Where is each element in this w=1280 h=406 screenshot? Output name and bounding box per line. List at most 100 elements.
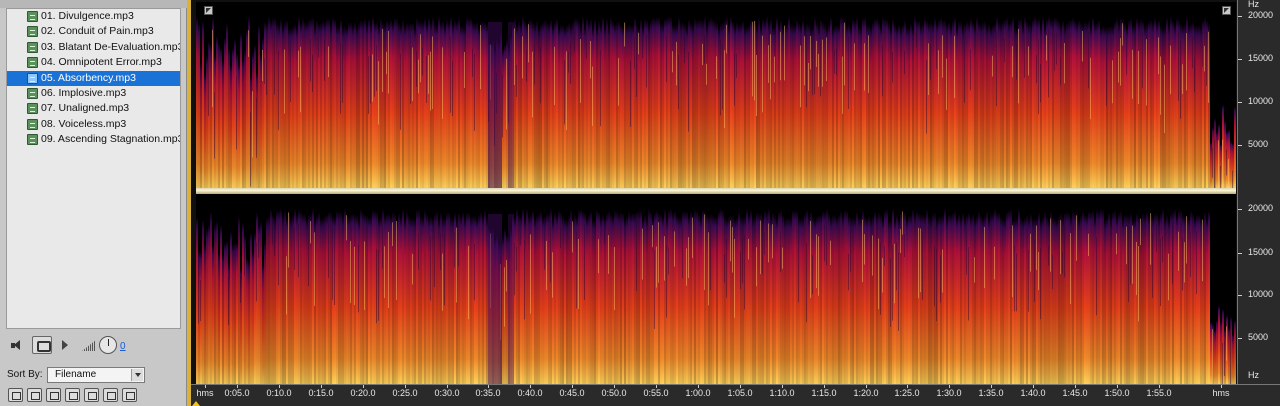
file-list-item[interactable]: 05. Absorbency.mp3	[7, 70, 180, 86]
time-tick	[205, 385, 206, 388]
channel-zoom-button[interactable]	[204, 6, 213, 15]
file-name: 07. Unaligned.mp3	[41, 102, 130, 115]
time-tick	[321, 385, 322, 388]
time-tick-label: hms	[1212, 388, 1230, 398]
frequency-unit-label: Hz	[1248, 370, 1259, 380]
time-ruler[interactable]: hms 0:05.0 0:10.0 0:15.0 0:20.0 0:25.0 0:30.0 0…	[191, 384, 1280, 406]
time-tick	[824, 385, 825, 388]
time-tick-label: 1:35.0	[978, 388, 1004, 398]
audio-file-icon	[27, 103, 38, 115]
time-tick-label: 1:55.0	[1146, 388, 1172, 398]
file-name: 09. Ascending Stagnation.mp3	[41, 133, 181, 146]
frequency-tick	[1238, 16, 1242, 17]
time-tick	[488, 385, 489, 388]
volume-value[interactable]: 0	[120, 341, 126, 352]
time-tick-label: 1:45.0	[1062, 388, 1088, 398]
file-list-item[interactable]: 06. Implosive.mp3	[7, 86, 180, 101]
frequency-tick-label: 20000	[1248, 10, 1274, 20]
frequency-axis: Hz Hz 20000 20000 15000 15000 10000 10000 5000 50…	[1237, 0, 1280, 384]
file-name: 01. Divulgence.mp3	[41, 10, 134, 22]
frequency-tick	[1238, 295, 1242, 296]
file-name: 04. Omnipotent Error.mp3	[41, 56, 162, 69]
channel-zoom-button[interactable]	[1222, 6, 1231, 15]
file-name: 05. Absorbency.mp3	[41, 71, 136, 84]
chevron-down-icon[interactable]	[131, 369, 143, 381]
file-list-item[interactable]: 01. Divulgence.mp3	[7, 9, 180, 24]
file-list-item[interactable]: 02. Conduit of Pain.mp3	[7, 24, 180, 39]
file-name: 08. Voiceless.mp3	[41, 117, 127, 130]
frequency-unit-label: Hz	[1248, 0, 1259, 9]
files-panel: 01. Divulgence.mp3 02. Conduit of Pain.mp…	[0, 0, 187, 406]
time-tick	[279, 385, 280, 388]
time-tick	[1221, 385, 1222, 388]
volume-knob[interactable]	[99, 336, 117, 354]
time-tick-label: 0:45.0	[559, 388, 585, 398]
time-tick	[866, 385, 867, 388]
time-tick	[1117, 385, 1118, 388]
audio-file-icon	[27, 41, 38, 53]
time-tick-label: 0:30.0	[434, 388, 460, 398]
time-tick-label: 1:20.0	[853, 388, 879, 398]
panel-toolbar	[0, 0, 187, 8]
file-list-item[interactable]: 03. Blatant De-Evaluation.mp3	[7, 40, 180, 55]
time-tick-label: 0:40.0	[517, 388, 543, 398]
time-tick-label: 1:25.0	[894, 388, 920, 398]
time-tick	[656, 385, 657, 388]
frequency-tick	[1238, 102, 1242, 103]
time-tick	[447, 385, 448, 388]
sort-dropdown[interactable]: Filename	[47, 367, 145, 383]
frequency-tick-label: 20000	[1248, 203, 1274, 213]
volume-meter-icon	[82, 340, 96, 351]
spectrogram-right-channel[interactable]	[196, 194, 1236, 384]
time-tick	[237, 385, 238, 388]
audio-file-icon	[27, 57, 38, 69]
time-tick-label: hms	[196, 388, 214, 398]
file-list-item[interactable]: 09. Ascending Stagnation.mp3	[7, 132, 180, 147]
autoplay-button[interactable]	[103, 388, 118, 402]
play-icon[interactable]	[62, 340, 68, 350]
time-tick-label: 1:00.0	[685, 388, 711, 398]
filter-button[interactable]	[84, 388, 99, 402]
preview-button[interactable]	[122, 388, 137, 402]
file-name: 03. Blatant De-Evaluation.mp3	[41, 40, 181, 53]
time-tick	[698, 385, 699, 388]
file-list-item[interactable]: 04. Omnipotent Error.mp3	[7, 55, 180, 70]
audio-editor-window: 01. Divulgence.mp3 02. Conduit of Pain.mp…	[0, 0, 1280, 406]
frequency-tick	[1238, 59, 1242, 60]
insert-into-multitrack-button[interactable]	[8, 388, 23, 402]
audio-file-icon	[27, 72, 38, 84]
spectral-display: Hz Hz 20000 20000 15000 15000 10000 10000 5000 50…	[191, 0, 1280, 406]
frequency-tick-label: 10000	[1248, 96, 1274, 106]
time-tick	[1033, 385, 1034, 388]
time-tick	[949, 385, 950, 388]
time-tick	[363, 385, 364, 388]
playhead-marker[interactable]	[192, 401, 200, 406]
file-list[interactable]: 01. Divulgence.mp3 02. Conduit of Pain.mp…	[6, 8, 181, 329]
import-file-button[interactable]	[46, 388, 61, 402]
file-list-item[interactable]: 08. Voiceless.mp3	[7, 117, 180, 132]
close-file-button[interactable]	[65, 388, 80, 402]
loop-button[interactable]	[32, 336, 52, 354]
time-tick-label: 1:30.0	[936, 388, 962, 398]
time-tick-label: 1:40.0	[1020, 388, 1046, 398]
audio-file-icon	[27, 118, 38, 130]
speaker-icon[interactable]	[11, 340, 23, 351]
audio-file-icon	[27, 87, 38, 99]
time-tick-label: 1:05.0	[727, 388, 753, 398]
time-tick-label: 0:15.0	[308, 388, 334, 398]
frequency-tick-label: 10000	[1248, 289, 1274, 299]
time-tick-label: 1:50.0	[1104, 388, 1130, 398]
time-tick	[991, 385, 992, 388]
time-tick-label: 0:20.0	[350, 388, 376, 398]
time-tick-label: 0:10.0	[266, 388, 292, 398]
file-list-item[interactable]: 07. Unaligned.mp3	[7, 101, 180, 116]
time-tick	[1075, 385, 1076, 388]
time-tick	[740, 385, 741, 388]
frequency-tick	[1238, 145, 1242, 146]
time-tick	[782, 385, 783, 388]
frequency-tick-label: 5000	[1248, 332, 1269, 342]
open-file-button[interactable]	[27, 388, 42, 402]
time-tick	[572, 385, 573, 388]
audio-file-icon	[27, 26, 38, 38]
spectrogram-left-channel[interactable]	[196, 2, 1236, 188]
